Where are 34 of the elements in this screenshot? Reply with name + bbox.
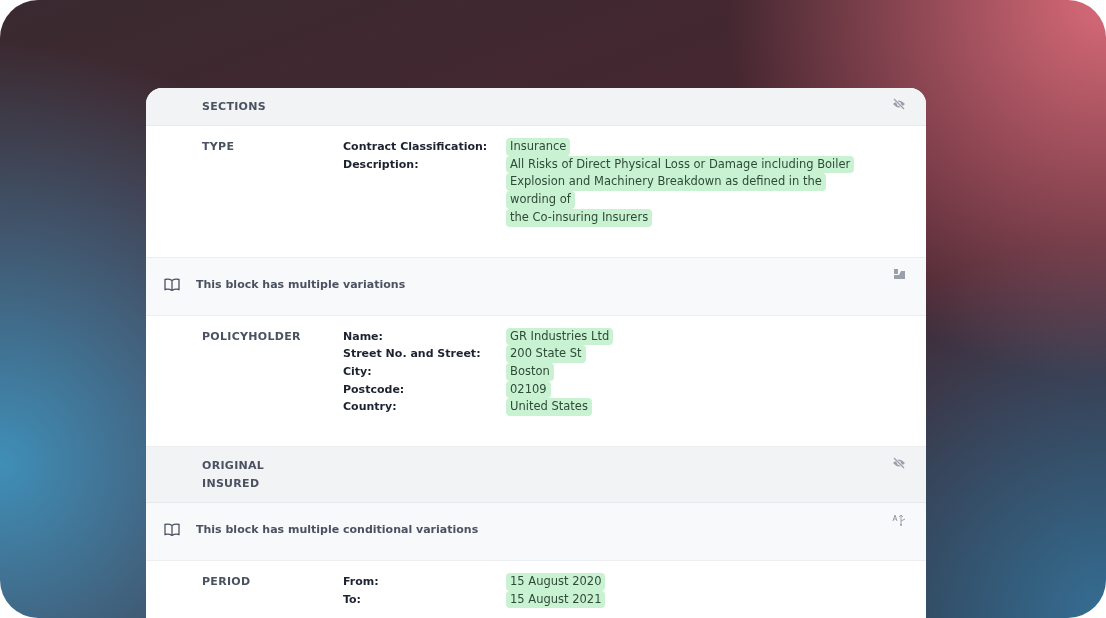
book-icon — [164, 523, 180, 537]
field-value: 200 State St — [506, 345, 586, 363]
section-title: POLICYHOLDER — [202, 328, 302, 345]
field-label: Contract Classification: — [343, 139, 489, 155]
section-title: PERIOD — [202, 574, 252, 591]
notice-text: This block has multiple conditional variations — [196, 523, 479, 537]
field-label: City: — [343, 363, 373, 380]
field-value: Insurance — [506, 138, 571, 156]
eye-slash-icon[interactable] — [892, 457, 906, 470]
field-value: All Risks of Direct Physical Loss or Damage including Boiler — [506, 155, 855, 174]
field-value: 15 August 2020 — [506, 573, 606, 591]
field-value: the Co-insuring Insurers — [506, 208, 653, 227]
field-value: wording of — [506, 191, 575, 209]
field-label: From: — [343, 574, 380, 591]
field-value: 15 August 2021 — [506, 590, 606, 609]
eye-slash-icon[interactable] — [892, 98, 906, 110]
field-label: Postcode: — [343, 381, 406, 398]
notice-text: This block has multiple variations — [196, 277, 406, 291]
field-label: Street No. and Street: — [343, 346, 482, 363]
field-label: Name: — [343, 328, 384, 345]
field-value: Explosion and Machinery Breakdown as defined in the — [506, 173, 826, 192]
section-title: TYPE — [202, 139, 236, 155]
field-value: Boston — [506, 362, 554, 381]
field-value: United States — [506, 398, 592, 417]
book-icon — [164, 277, 180, 291]
field-label: To: — [343, 591, 362, 608]
section-title: ORIGINAL INSURED — [202, 458, 266, 493]
field-value: GR Industries Ltd — [506, 327, 614, 346]
layers-icon[interactable] — [893, 267, 906, 280]
section-title: SECTIONS — [202, 99, 267, 115]
field-value: 02109 — [506, 380, 551, 399]
field-label: Description: — [343, 156, 420, 173]
branch-icon[interactable] — [892, 513, 906, 527]
field-label: Country: — [343, 399, 398, 416]
